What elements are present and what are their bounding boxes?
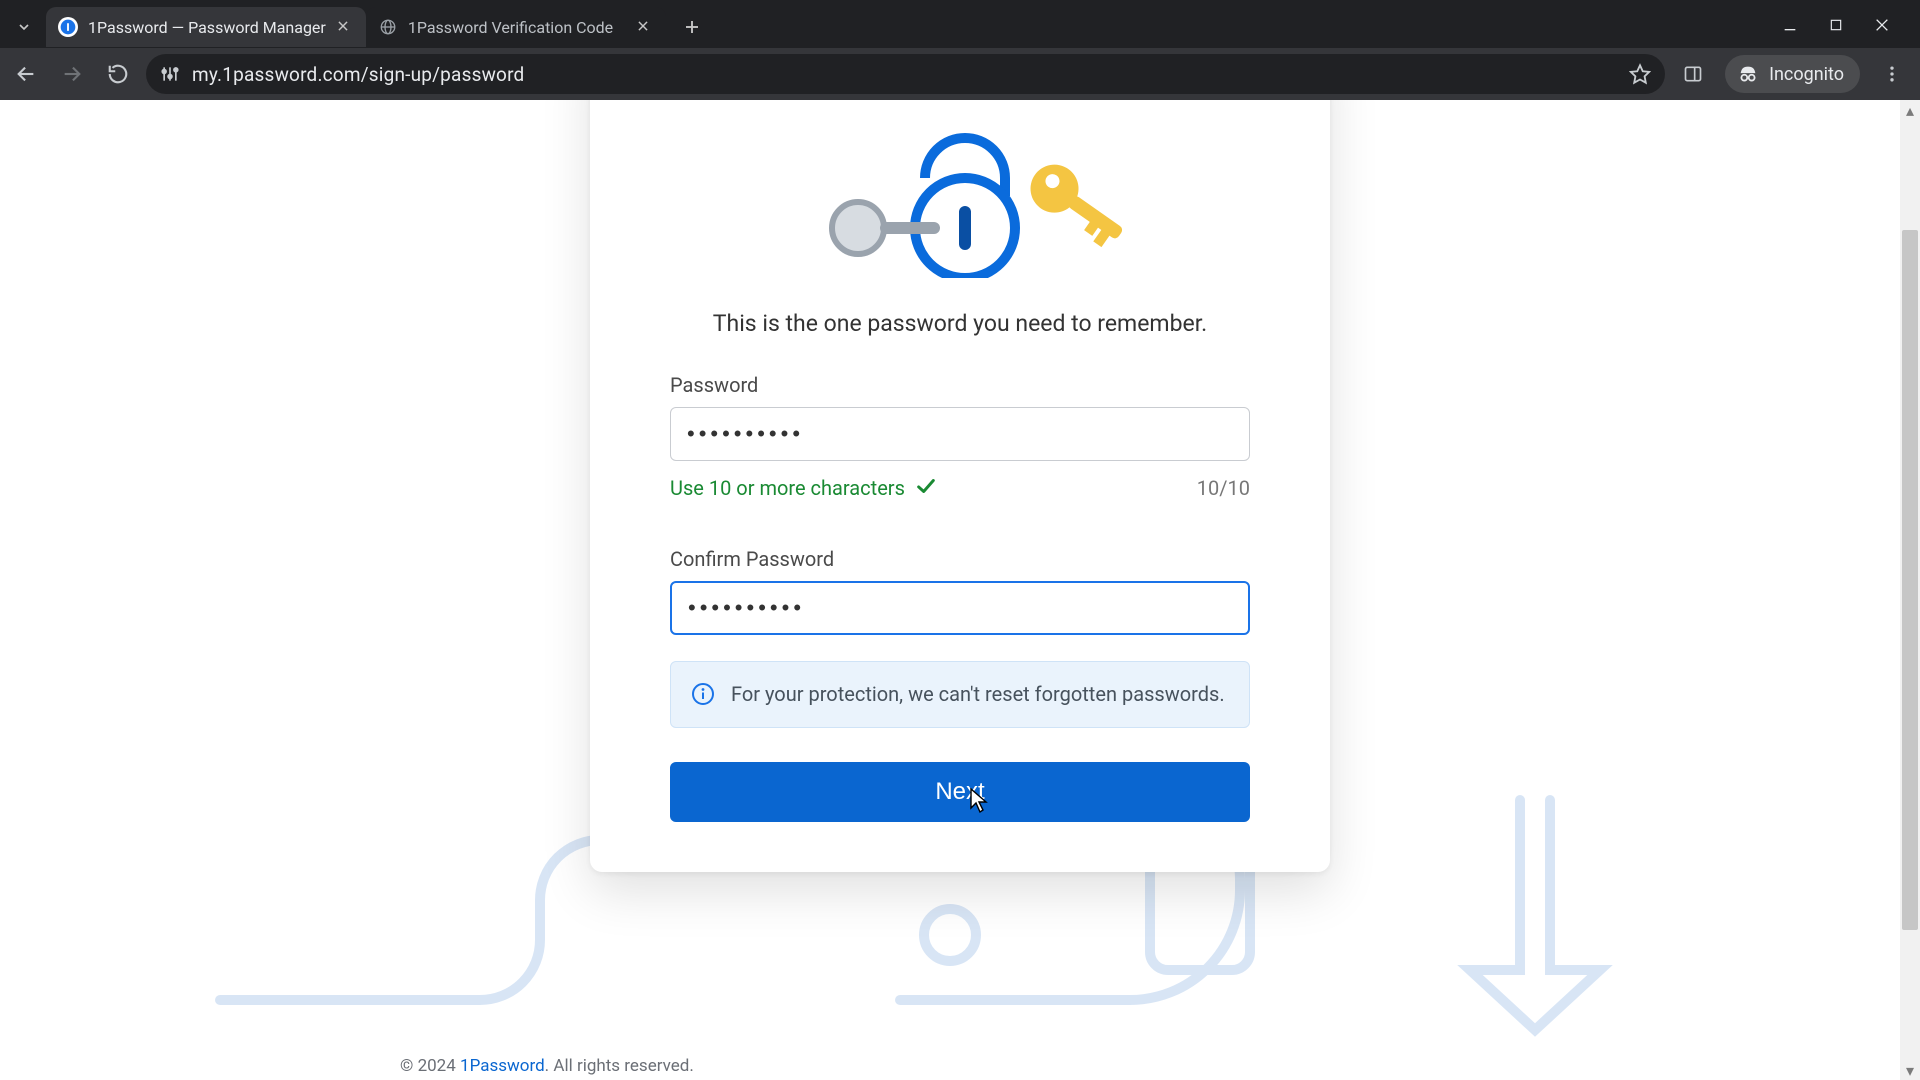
footer-rights: . All rights reserved. xyxy=(545,1056,694,1076)
password-input[interactable] xyxy=(670,407,1250,461)
tab-close-button[interactable] xyxy=(636,18,654,36)
browser-toolbar: my.1password.com/sign-up/password Incogn… xyxy=(0,48,1920,100)
bookmark-star-icon[interactable] xyxy=(1629,63,1651,85)
window-close-button[interactable] xyxy=(1872,17,1892,37)
arrow-right-icon xyxy=(61,63,83,85)
tab-close-button[interactable] xyxy=(336,18,354,36)
footer-copyright: © 2024 xyxy=(400,1056,460,1076)
confirm-password-input[interactable] xyxy=(670,581,1250,635)
onepassword-favicon-icon xyxy=(58,17,78,37)
scroll-up-button[interactable]: ▴ xyxy=(1900,100,1920,120)
chevron-down-icon xyxy=(16,19,32,35)
close-icon xyxy=(1874,17,1890,33)
check-icon xyxy=(915,475,937,501)
confirm-password-label: Confirm Password xyxy=(670,547,1250,571)
plus-icon xyxy=(683,18,701,36)
close-icon xyxy=(636,19,650,33)
new-tab-button[interactable] xyxy=(674,9,710,45)
vertical-scrollbar[interactable]: ▴ ▾ xyxy=(1900,100,1920,1080)
site-settings-icon[interactable] xyxy=(160,64,180,84)
lock-key-illustration-icon xyxy=(780,108,1140,278)
next-button[interactable]: Next xyxy=(670,762,1250,822)
password-hint-row: Use 10 or more characters 10/10 xyxy=(670,475,1250,501)
reload-icon xyxy=(107,63,129,85)
globe-favicon-icon xyxy=(378,17,398,37)
minimize-icon xyxy=(1782,17,1798,33)
incognito-icon xyxy=(1737,63,1759,85)
illustration xyxy=(670,108,1250,278)
info-icon xyxy=(691,682,715,706)
browser-chrome: 1Password — Password Manager 1Password V… xyxy=(0,0,1920,100)
info-banner: For your protection, we can't reset forg… xyxy=(670,661,1250,728)
url-text: my.1password.com/sign-up/password xyxy=(192,63,1617,86)
tab-title: 1Password — Password Manager xyxy=(88,18,326,37)
char-counter: 10/10 xyxy=(1197,476,1250,500)
maximize-icon xyxy=(1829,18,1843,32)
window-maximize-button[interactable] xyxy=(1826,17,1846,37)
side-panel-button[interactable] xyxy=(1675,56,1711,92)
window-minimize-button[interactable] xyxy=(1780,17,1800,37)
tab-verification-code[interactable]: 1Password Verification Code xyxy=(366,7,666,47)
footer-1password-link[interactable]: 1Password xyxy=(460,1056,545,1076)
tab-search-dropdown[interactable] xyxy=(8,11,40,43)
side-panel-icon xyxy=(1683,64,1703,84)
browser-menu-button[interactable] xyxy=(1874,56,1910,92)
nav-forward-button[interactable] xyxy=(54,56,90,92)
kebab-menu-icon xyxy=(1882,64,1902,84)
arrow-left-icon xyxy=(15,63,37,85)
incognito-indicator[interactable]: Incognito xyxy=(1725,55,1860,93)
page-viewport: This is the one password you need to rem… xyxy=(0,100,1920,1080)
toolbar-right: Incognito xyxy=(1675,55,1910,93)
password-label: Password xyxy=(670,373,1250,397)
scrollbar-thumb[interactable] xyxy=(1902,230,1918,930)
page-footer: © 2024 1Password. All rights reserved. xyxy=(400,1056,694,1076)
info-text: For your protection, we can't reset forg… xyxy=(731,680,1225,709)
tab-1password[interactable]: 1Password — Password Manager xyxy=(46,7,366,47)
window-controls xyxy=(1780,17,1912,37)
incognito-label: Incognito xyxy=(1769,64,1844,85)
signup-card: This is the one password you need to rem… xyxy=(590,100,1330,872)
tab-title: 1Password Verification Code xyxy=(408,18,626,37)
scroll-down-button[interactable]: ▾ xyxy=(1900,1060,1920,1080)
nav-back-button[interactable] xyxy=(8,56,44,92)
close-icon xyxy=(336,19,350,33)
page-subtitle: This is the one password you need to rem… xyxy=(670,310,1250,337)
address-bar[interactable]: my.1password.com/sign-up/password xyxy=(146,54,1665,94)
password-hint-text: Use 10 or more characters xyxy=(670,476,905,500)
nav-reload-button[interactable] xyxy=(100,56,136,92)
tab-strip: 1Password — Password Manager 1Password V… xyxy=(0,0,1920,48)
